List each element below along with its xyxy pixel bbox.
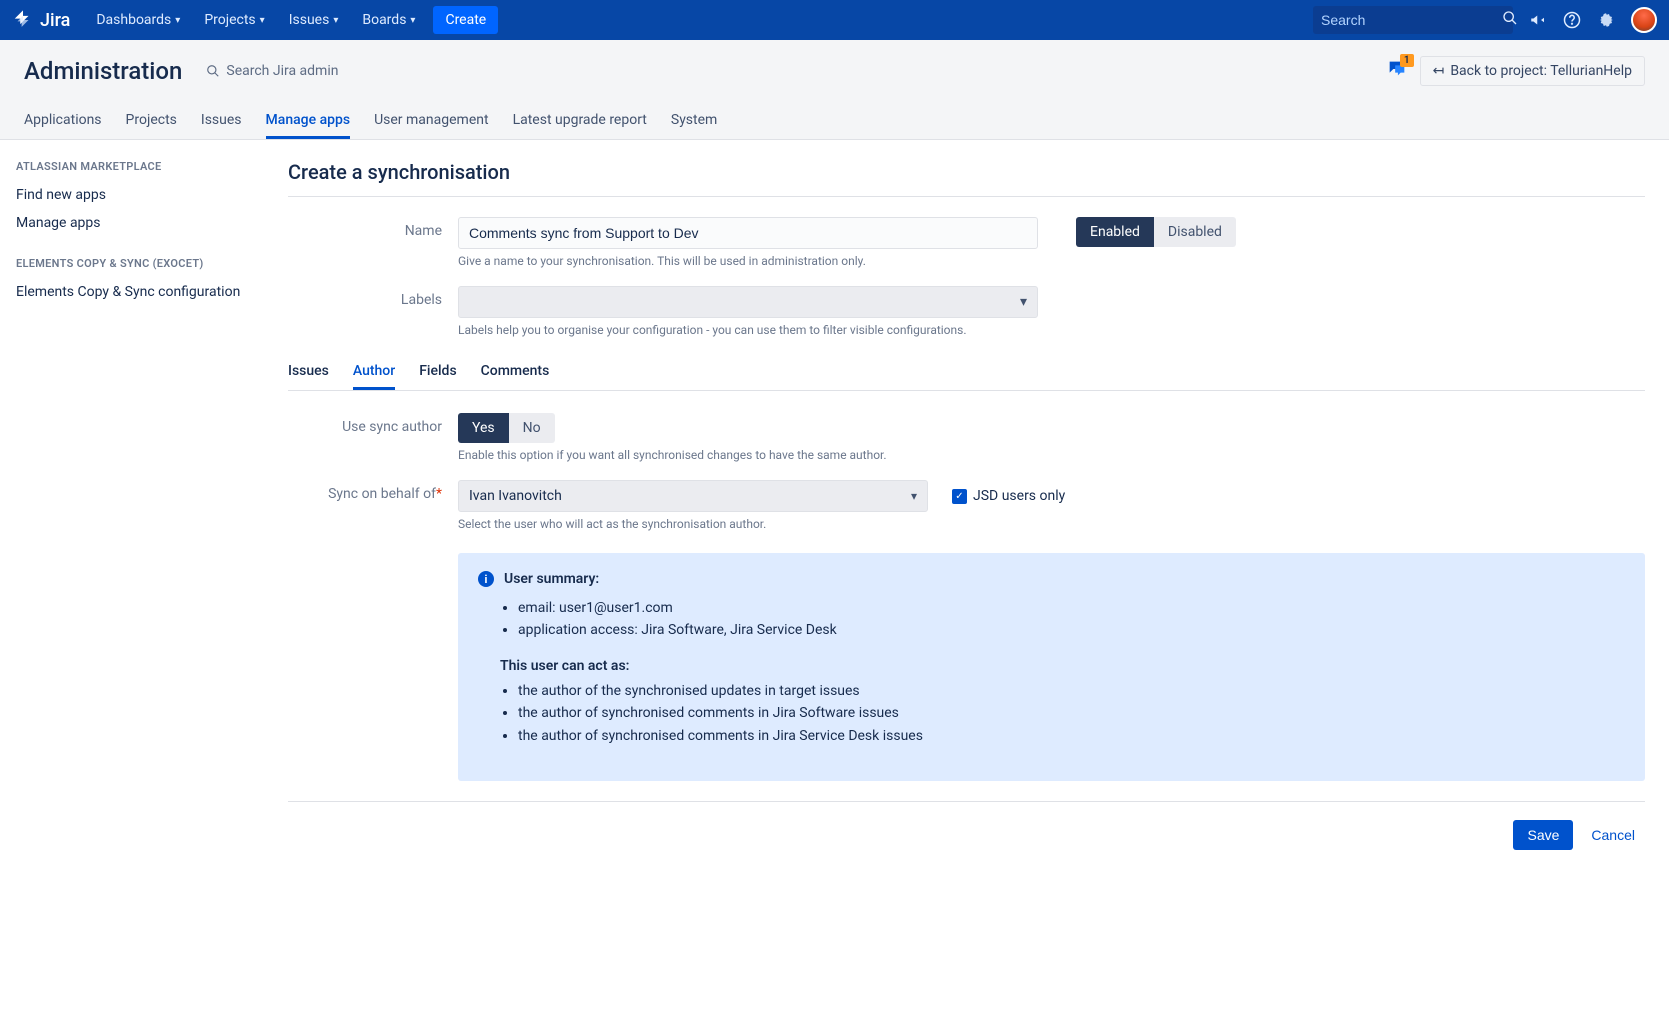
behalf-label: Sync on behalf of*	[288, 480, 458, 502]
tab-projects[interactable]: Projects	[126, 104, 177, 139]
summary-detail: application access: Jira Software, Jira …	[518, 619, 1625, 641]
name-label: Name	[288, 217, 458, 239]
feedback-badge: 1	[1400, 54, 1414, 67]
summary-detail: email: user1@user1.com	[518, 597, 1625, 619]
page-title: Create a synchronisation	[288, 160, 1645, 184]
admin-title: Administration	[24, 57, 182, 85]
search-input[interactable]	[1321, 12, 1502, 28]
jsd-checkbox-wrapper[interactable]: ✓ JSD users only	[952, 488, 1065, 504]
behalf-user-select[interactable]: Ivan Ivanovitch	[458, 480, 928, 512]
tab-applications[interactable]: Applications	[24, 104, 102, 139]
name-help: Give a name to your synchronisation. Thi…	[458, 254, 1645, 268]
avatar[interactable]	[1631, 7, 1657, 33]
labels-label: Labels	[288, 286, 458, 308]
tab-system[interactable]: System	[671, 104, 717, 139]
nav-icons	[1529, 7, 1657, 33]
chevron-down-icon: ▾	[260, 15, 265, 26]
megaphone-icon[interactable]	[1529, 11, 1547, 29]
search-icon	[1502, 10, 1518, 30]
sidebar-heading-exocet: ELEMENTS COPY & SYNC (EXOCET)	[16, 257, 264, 270]
nav-dashboards[interactable]: Dashboards▾	[86, 6, 190, 34]
behalf-help: Select the user who will act as the sync…	[458, 517, 1645, 531]
cancel-button[interactable]: Cancel	[1581, 820, 1645, 850]
status-disabled-button[interactable]: Disabled	[1154, 217, 1236, 247]
act-as-item: the author of the synchronised updates i…	[518, 680, 1625, 702]
sidebar-item-copy-sync-config[interactable]: Elements Copy & Sync configuration	[16, 278, 264, 306]
brand-text: Jira	[40, 10, 70, 31]
sidebar-item-find-apps[interactable]: Find new apps	[16, 181, 264, 209]
chevron-down-icon: ▾	[410, 15, 415, 26]
act-as-title: This user can act as:	[500, 658, 1625, 674]
main-content: Create a synchronisation Name Enabled Di…	[280, 140, 1669, 890]
tab-upgrade-report[interactable]: Latest upgrade report	[513, 104, 647, 139]
use-sync-toggle: Yes No	[458, 413, 555, 443]
act-as-item: the author of synchronised comments in J…	[518, 702, 1625, 724]
help-icon[interactable]	[1563, 11, 1581, 29]
jsd-label: JSD users only	[973, 488, 1065, 504]
global-search[interactable]	[1313, 6, 1513, 34]
tab-issues[interactable]: Issues	[201, 104, 242, 139]
save-button[interactable]: Save	[1513, 820, 1573, 850]
admin-header: Administration Search Jira admin 1 ↤ Bac…	[0, 40, 1669, 140]
create-button[interactable]: Create	[433, 6, 498, 34]
act-as-item: the author of synchronised comments in J…	[518, 725, 1625, 747]
subtab-issues[interactable]: Issues	[288, 355, 329, 390]
tab-manage-apps[interactable]: Manage apps	[266, 104, 351, 139]
chevron-down-icon: ▾	[175, 15, 180, 26]
user-summary-panel: i User summary: email: user1@user1.com a…	[458, 553, 1645, 781]
chevron-down-icon: ▾	[333, 15, 338, 26]
gear-icon[interactable]	[1597, 11, 1615, 29]
sidebar-heading-marketplace: ATLASSIAN MARKETPLACE	[16, 160, 264, 173]
nav-projects[interactable]: Projects▾	[194, 6, 274, 34]
jira-logo[interactable]: Jira	[12, 9, 70, 31]
sidebar-item-manage-apps[interactable]: Manage apps	[16, 209, 264, 237]
use-sync-author-label: Use sync author	[288, 413, 458, 435]
back-to-project-button[interactable]: ↤ Back to project: TellurianHelp	[1420, 56, 1645, 86]
sidebar: ATLASSIAN MARKETPLACE Find new apps Mana…	[0, 140, 280, 890]
status-enabled-button[interactable]: Enabled	[1076, 217, 1154, 247]
search-icon	[206, 64, 220, 78]
subtab-author[interactable]: Author	[353, 355, 395, 390]
status-toggle: Enabled Disabled	[1076, 217, 1236, 247]
feedback-icon[interactable]: 1	[1386, 58, 1408, 84]
sub-tabs: Issues Author Fields Comments	[288, 355, 1645, 391]
nav-items: Dashboards▾ Projects▾ Issues▾ Boards▾ Cr…	[86, 6, 498, 34]
subtab-comments[interactable]: Comments	[481, 355, 550, 390]
admin-search[interactable]: Search Jira admin	[206, 63, 338, 79]
form-footer: Save Cancel	[288, 801, 1645, 850]
summary-title: User summary:	[504, 571, 599, 587]
name-input[interactable]	[458, 217, 1038, 249]
use-sync-yes-button[interactable]: Yes	[458, 413, 509, 443]
subtab-fields[interactable]: Fields	[419, 355, 456, 390]
top-nav: Jira Dashboards▾ Projects▾ Issues▾ Board…	[0, 0, 1669, 40]
labels-select[interactable]	[458, 286, 1038, 318]
tab-user-management[interactable]: User management	[374, 104, 488, 139]
nav-boards[interactable]: Boards▾	[352, 6, 425, 34]
arrow-left-icon: ↤	[1433, 63, 1445, 79]
nav-issues[interactable]: Issues▾	[279, 6, 349, 34]
info-icon: i	[478, 571, 494, 587]
jsd-checkbox[interactable]: ✓	[952, 489, 967, 504]
use-sync-no-button[interactable]: No	[509, 413, 555, 443]
jira-logo-icon	[12, 9, 34, 31]
labels-help: Labels help you to organise your configu…	[458, 323, 1645, 337]
use-sync-help: Enable this option if you want all synch…	[458, 448, 1645, 462]
admin-tabs: Applications Projects Issues Manage apps…	[24, 104, 1645, 139]
